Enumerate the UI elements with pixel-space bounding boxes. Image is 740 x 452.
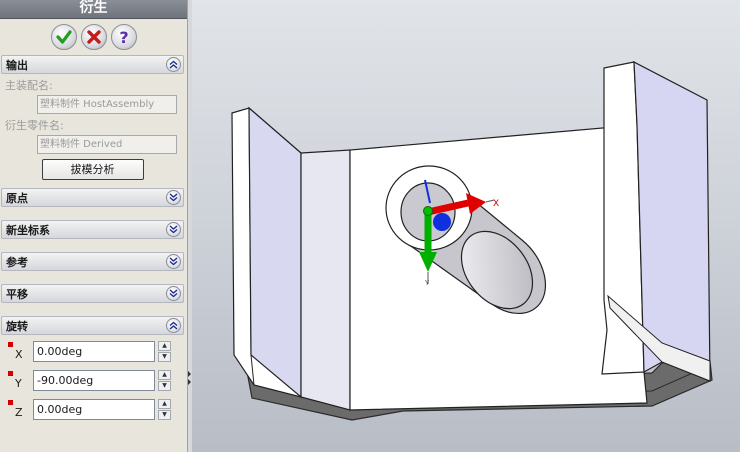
triad-x-label: X: [493, 199, 499, 209]
reference-section-header[interactable]: 参考: [1, 252, 184, 271]
rotate-y-input[interactable]: -90.00deg: [33, 370, 155, 391]
origin-section-header[interactable]: 原点: [1, 188, 184, 207]
panel-title: 衍生: [0, 0, 187, 19]
spin-down-icon[interactable]: ▼: [158, 352, 171, 362]
left-wall: [300, 149, 351, 411]
derived-part-label: 衍生零件名:: [5, 119, 64, 132]
spin-up-icon[interactable]: ▲: [158, 399, 171, 409]
triad-y-label: Y: [424, 279, 430, 287]
close-icon: [86, 30, 101, 44]
collapse-icon[interactable]: [166, 57, 181, 72]
main-assembly-label: 主装配名:: [5, 79, 53, 92]
new-coord-section-header[interactable]: 新坐标系: [1, 220, 184, 239]
rotate-x-row: X 0.00deg ▲ ▼: [1, 337, 184, 366]
rotate-z-row: Z 0.00deg ▲ ▼: [1, 395, 184, 424]
triad-origin: [423, 206, 433, 216]
spin-down-icon[interactable]: ▼: [158, 410, 171, 420]
new-coord-section-title: 新坐标系: [6, 223, 50, 237]
output-section-header[interactable]: 输出: [1, 55, 184, 74]
rotate-section-title: 旋转: [6, 319, 28, 333]
draft-analysis-button[interactable]: 拔模分析: [41, 159, 144, 180]
part-model[interactable]: X Y: [192, 0, 740, 452]
graphics-viewport[interactable]: X Y: [192, 0, 740, 452]
x-axis-icon: X: [1, 339, 33, 364]
spin-up-icon[interactable]: ▲: [158, 370, 171, 380]
rotate-x-input[interactable]: 0.00deg: [33, 341, 155, 362]
output-section-title: 输出: [6, 58, 28, 72]
origin-section: 原点: [1, 188, 184, 207]
expand-icon[interactable]: [166, 254, 181, 269]
output-section: 输出 主装配名: 塑料制件 HostAssembly 衍生零件名: 塑料制件 D…: [1, 55, 184, 186]
derived-part-field: 塑料制件 Derived: [37, 135, 177, 154]
reference-section: 参考: [1, 252, 184, 271]
rotate-z-spinner[interactable]: ▲ ▼: [158, 399, 171, 420]
expand-icon[interactable]: [166, 286, 181, 301]
left-flange-side: [248, 106, 302, 399]
rotate-section-header[interactable]: 旋转: [1, 316, 184, 335]
help-button[interactable]: ?: [110, 24, 137, 50]
spin-up-icon[interactable]: ▲: [158, 341, 171, 351]
rotate-section-body: X 0.00deg ▲ ▼ Y -90.00deg ▲ ▼ Z 0.00deg ▲ ▼: [1, 335, 184, 424]
expand-icon[interactable]: [166, 190, 181, 205]
property-manager-panel: 衍生 ? 输出 主装配名: 塑料制件 HostAssembly 衍生零件名: 塑…: [0, 0, 188, 452]
z-axis-icon: Z: [1, 397, 33, 422]
output-section-body: 主装配名: 塑料制件 HostAssembly 衍生零件名: 塑料制件 Deri…: [1, 74, 184, 186]
y-axis-icon: Y: [1, 368, 33, 393]
translate-section-title: 平移: [6, 287, 28, 301]
expand-icon[interactable]: [166, 222, 181, 237]
checkmark-icon: [55, 30, 72, 44]
rotate-z-input[interactable]: 0.00deg: [33, 399, 155, 420]
reference-section-title: 参考: [6, 255, 28, 269]
collapse-icon[interactable]: [166, 318, 181, 333]
triad-z-blob: [433, 213, 451, 231]
translate-section-header[interactable]: 平移: [1, 284, 184, 303]
rotate-x-spinner[interactable]: ▲ ▼: [158, 341, 171, 362]
new-coord-section: 新坐标系: [1, 220, 184, 239]
question-icon: ?: [119, 28, 128, 46]
ok-button[interactable]: [50, 24, 77, 50]
main-assembly-field: 塑料制件 HostAssembly: [37, 95, 177, 114]
cancel-button[interactable]: [80, 24, 107, 50]
svg-text:?: ?: [119, 28, 128, 46]
translate-section: 平移: [1, 284, 184, 303]
action-bar: ?: [0, 19, 187, 55]
spin-down-icon[interactable]: ▼: [158, 381, 171, 391]
rotate-section: 旋转 X 0.00deg ▲ ▼ Y -90.00deg ▲ ▼ Z 0.00deg…: [1, 316, 184, 424]
rotate-y-spinner[interactable]: ▲ ▼: [158, 370, 171, 391]
rotate-y-row: Y -90.00deg ▲ ▼: [1, 366, 184, 395]
origin-section-title: 原点: [6, 191, 28, 205]
